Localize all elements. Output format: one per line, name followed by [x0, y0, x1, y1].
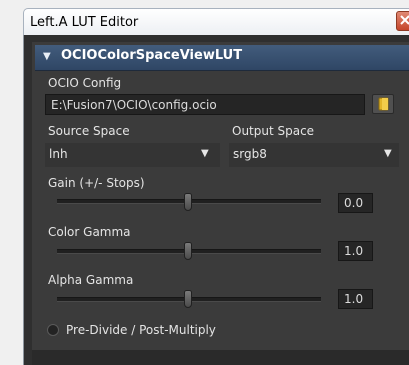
alpha-gamma-value-input[interactable]: 1.0	[338, 289, 373, 309]
alpha-gamma-slider-handle[interactable]	[184, 290, 192, 308]
folder-icon	[378, 97, 389, 111]
source-space-value: lnh	[49, 147, 68, 161]
color-gamma-value-input[interactable]: 1.0	[338, 241, 373, 261]
gain-label: Gain (+/- Stops)	[48, 176, 145, 190]
chevron-down-icon[interactable]: ▼	[384, 148, 392, 159]
chevron-down-icon[interactable]: ▼	[201, 148, 209, 159]
color-gamma-label: Color Gamma	[48, 225, 131, 239]
ocio-config-path-input[interactable]: E:\Fusion7\OCIO\config.ocio	[45, 94, 365, 115]
gain-value-input[interactable]: 0.0	[338, 193, 373, 213]
source-space-dropdown[interactable]: lnh	[45, 143, 220, 167]
tool-header-label: OCIOColorSpaceViewLUT	[61, 48, 243, 63]
output-space-value: srgb8	[233, 147, 267, 161]
gain-slider-handle[interactable]	[184, 193, 192, 211]
alpha-gamma-label: Alpha Gamma	[48, 273, 134, 287]
color-gamma-slider-handle[interactable]	[184, 242, 192, 260]
ocio-config-label: OCIO Config	[48, 76, 122, 90]
predivide-label: Pre-Divide / Post-Multiply	[66, 323, 216, 337]
browse-folder-button[interactable]	[372, 94, 394, 114]
close-button[interactable]	[396, 11, 409, 31]
panel-footer	[32, 350, 409, 365]
source-space-label: Source Space	[48, 124, 130, 138]
window-title: Left.A LUT Editor	[30, 15, 139, 30]
close-icon	[400, 15, 409, 25]
output-space-dropdown[interactable]: srgb8	[229, 143, 399, 167]
predivide-checkbox[interactable]	[47, 324, 59, 336]
collapse-triangle-icon[interactable]: ▼	[43, 51, 55, 63]
output-space-label: Output Space	[232, 124, 315, 138]
